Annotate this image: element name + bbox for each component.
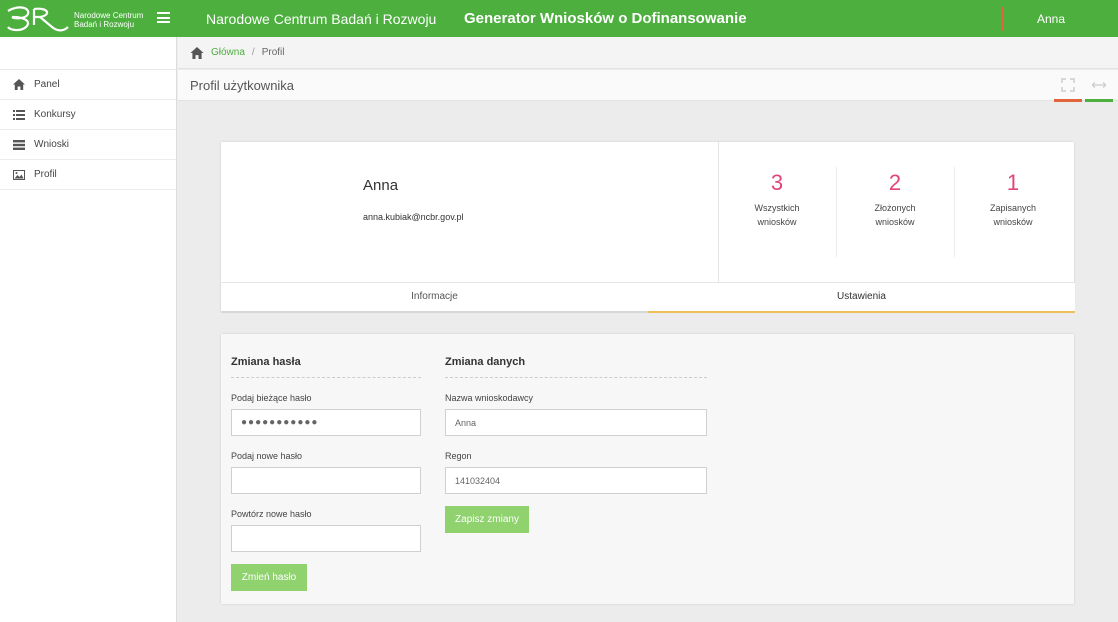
- stat-label-line1: Wszystkich: [754, 203, 800, 213]
- expand-icon: [1061, 78, 1075, 92]
- profile-name: Anna: [363, 177, 399, 194]
- sidebar-item-wnioski[interactable]: Wnioski: [0, 130, 176, 160]
- sidebar-item-label: Profil: [34, 169, 57, 180]
- new-password-input[interactable]: [231, 467, 421, 494]
- stat-value: 3: [770, 170, 784, 195]
- breadcrumb-home-link[interactable]: Główna: [211, 47, 245, 58]
- save-changes-button[interactable]: Zapisz zmiany: [445, 506, 529, 533]
- profile-card: Anna anna.kubiak@ncbr.gov.pl 3 Wszystkic…: [221, 142, 1075, 313]
- new-password-label: Podaj nowe hasło: [231, 451, 303, 461]
- stat-label: Zapisanych wniosków: [954, 201, 1072, 229]
- profile-email: anna.kubiak@ncbr.gov.pl: [363, 212, 464, 222]
- sidebar-item-label: Panel: [34, 79, 60, 90]
- fullscreen-underline: [1054, 99, 1082, 102]
- app-title: Generator Wniosków o Dofinansowanie: [464, 10, 747, 27]
- page-title: Profil użytkownika: [190, 78, 295, 93]
- stat-all-applications: 3 Wszystkich wniosków: [718, 170, 836, 229]
- stack-icon: [13, 139, 25, 150]
- regon-label: Regon: [445, 451, 472, 461]
- data-section-title: Zmiana danych: [445, 356, 526, 368]
- regon-input[interactable]: [445, 467, 707, 494]
- repeat-password-label: Powtórz nowe hasło: [231, 509, 312, 519]
- sidebar-item-konkursy[interactable]: Konkursy: [0, 100, 176, 130]
- logo-line-2: Badań i Rozwoju: [74, 20, 135, 29]
- org-title: Narodowe Centrum Badań i Rozwoju: [206, 11, 437, 27]
- logo-line-1: Narodowe Centrum: [74, 11, 144, 20]
- logo-text: Narodowe Centrum Badań i Rozwoju: [74, 11, 143, 29]
- sidebar: Panel Konkursy Wnioski Profil: [0, 37, 177, 622]
- ncbr-logo[interactable]: Narodowe Centrum Badań i Rozwoju: [4, 3, 154, 35]
- stat-label: Wszystkich wniosków: [718, 201, 836, 229]
- breadcrumb-separator: /: [251, 47, 255, 58]
- breadcrumb: Główna / Profil: [178, 37, 1118, 69]
- change-password-button[interactable]: Zmień hasło: [231, 564, 307, 591]
- collapse-underline: [1085, 99, 1113, 102]
- stat-saved-applications: 1 Zapisanych wniosków: [954, 170, 1072, 229]
- applicant-name-input[interactable]: [445, 409, 707, 436]
- breadcrumb-current: Profil: [261, 47, 285, 58]
- tab-informacje[interactable]: Informacje: [221, 283, 648, 313]
- stat-value: 1: [1006, 170, 1020, 195]
- sidebar-item-panel[interactable]: Panel: [0, 70, 176, 100]
- sidebar-header: [0, 37, 176, 70]
- sidebar-item-label: Wnioski: [34, 139, 70, 150]
- settings-card: Zmiana hasła Podaj bieżące hasło Podaj n…: [221, 334, 1074, 604]
- horizontal-arrows-icon: [1092, 82, 1106, 88]
- tab-ustawienia[interactable]: Ustawienia: [648, 283, 1075, 313]
- ncbr-logo-mark: [7, 6, 69, 32]
- top-bar: Narodowe Centrum Badań i Rozwoju Narodow…: [0, 0, 1118, 37]
- list-icon: [13, 109, 25, 120]
- user-menu[interactable]: Anna: [1037, 12, 1065, 26]
- password-section-divider: [231, 377, 421, 378]
- page-header: Profil użytkownika: [178, 70, 1118, 102]
- home-icon: [13, 79, 25, 90]
- menu-toggle-icon[interactable]: [157, 12, 170, 23]
- home-icon[interactable]: [190, 46, 204, 59]
- fullscreen-button[interactable]: [1054, 70, 1082, 102]
- data-section-divider: [445, 377, 707, 378]
- stat-label-line1: Zapisanych: [989, 203, 1037, 213]
- stat-label-line2: wniosków: [993, 217, 1033, 227]
- stat-label-line2: wniosków: [875, 217, 915, 227]
- stat-submitted-applications: 2 Złożonych wniosków: [836, 170, 954, 229]
- sidebar-item-profil[interactable]: Profil: [0, 160, 176, 190]
- current-password-label: Podaj bieżące hasło: [231, 393, 312, 403]
- image-icon: [13, 169, 25, 180]
- collapse-button[interactable]: [1085, 70, 1113, 102]
- stat-label: Złożonych wniosków: [836, 201, 954, 229]
- user-separator: [1002, 7, 1003, 31]
- applicant-name-label: Nazwa wnioskodawcy: [445, 393, 534, 403]
- password-section-title: Zmiana hasła: [231, 356, 301, 368]
- stat-label-line2: wniosków: [757, 217, 797, 227]
- sidebar-item-label: Konkursy: [34, 109, 76, 120]
- stat-label-line1: Złożonych: [874, 203, 916, 213]
- stat-value: 2: [888, 170, 902, 195]
- current-password-input[interactable]: [231, 409, 421, 436]
- profile-tabs: Informacje Ustawienia: [221, 282, 1075, 313]
- repeat-password-input[interactable]: [231, 525, 421, 552]
